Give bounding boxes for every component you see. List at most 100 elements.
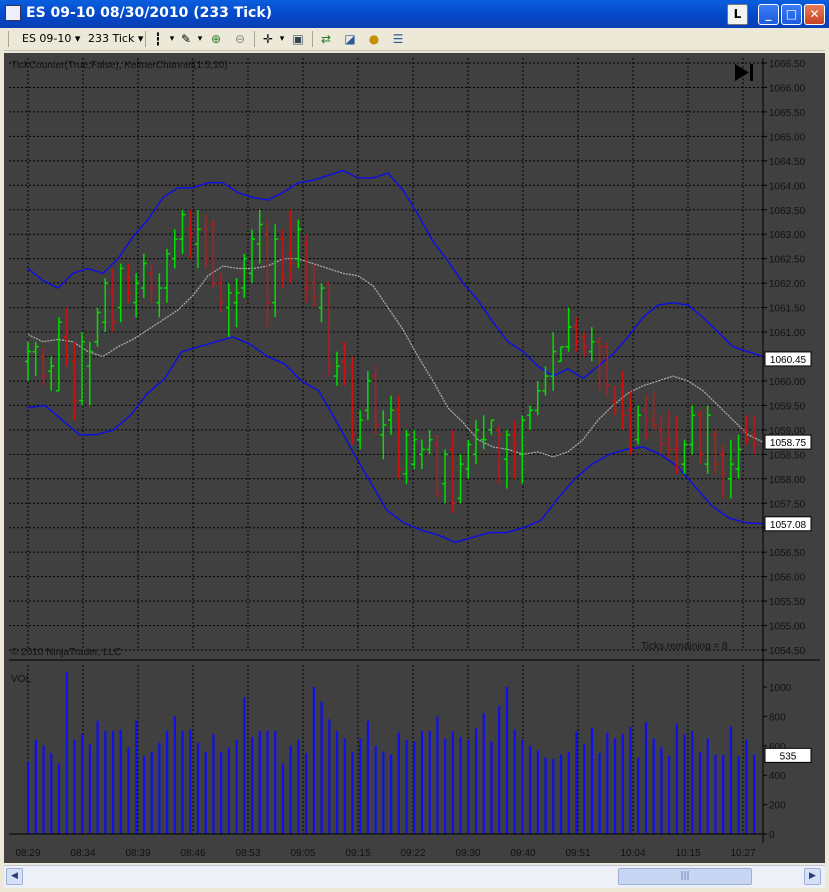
instrument-selector[interactable]: ES 09-10 ▾ xyxy=(22,31,80,47)
time-axis: 08:29 08:34 08:39 08:46 08:53 09:05 09:15 09:22… xyxy=(9,833,763,859)
properties-icon[interactable]: ▣ xyxy=(290,31,306,47)
volume-bar xyxy=(335,731,339,834)
minimize-button[interactable]: _ xyxy=(758,4,779,25)
volume-bar xyxy=(629,726,632,834)
last-price-marker-text: 1058.75 xyxy=(770,438,807,449)
volume-bar xyxy=(544,757,547,834)
chart-canvas[interactable]: 1066.50 1066.00 1065.50 1065.00 1064.50 1064.… xyxy=(4,53,825,863)
scroll-right-icon[interactable]: ▶ xyxy=(804,868,821,885)
volume-bar xyxy=(637,757,640,834)
volume-bar xyxy=(359,738,362,834)
instrument-label: ES 09-10 xyxy=(22,32,72,45)
volume-bar xyxy=(111,731,115,834)
volume-bar xyxy=(65,672,68,834)
volume-bar xyxy=(104,731,107,834)
indicator-label: TickCounter(True,False), KeltnerChannel(… xyxy=(11,60,228,71)
time-tick-label: 09:51 xyxy=(565,848,590,859)
chart-toolbar: ES 09-10 ▾ 233 Tick ▾ ┇ ▾ ✎ ▾ ⊕ ⊖ ✛ ▾ ▣ … xyxy=(4,28,825,51)
price-bar xyxy=(140,253,147,298)
volume-bar xyxy=(706,738,709,834)
time-tick-label: 08:46 xyxy=(180,848,205,859)
data-box-icon[interactable]: ☰ xyxy=(390,31,406,47)
price-bar xyxy=(272,224,279,318)
price-bar xyxy=(411,429,418,470)
volume-bar xyxy=(753,754,756,834)
volume-bar xyxy=(57,763,61,834)
price-tick-label: 1061.00 xyxy=(769,328,806,339)
scroll-to-end-icon[interactable] xyxy=(735,64,753,81)
window-title-bar[interactable]: ES 09-10 08/30/2010 (233 Tick) L _ □ ✕ xyxy=(0,0,829,28)
price-bar xyxy=(442,449,449,504)
volume-bar xyxy=(598,753,601,834)
time-tick-label: 08:53 xyxy=(235,848,260,859)
price-bar xyxy=(25,341,31,381)
indicators-icon[interactable]: ◪ xyxy=(342,31,358,47)
price-bar xyxy=(341,341,348,386)
chevron-down-icon[interactable]: ▾ xyxy=(274,31,290,47)
data-series-icon[interactable]: ⇄ xyxy=(318,31,334,47)
volume-bar xyxy=(459,736,462,834)
last-price-marker: 1058.75 xyxy=(764,434,812,450)
volume-value-marker-text: 535 xyxy=(780,751,797,762)
volume-bar xyxy=(474,728,478,834)
price-bar xyxy=(218,273,225,313)
volume-bar xyxy=(536,750,539,834)
volume-bar xyxy=(212,734,215,834)
price-bar xyxy=(635,405,642,445)
price-bar xyxy=(233,278,240,328)
volume-bar xyxy=(220,751,223,834)
price-bar xyxy=(418,439,425,470)
time-tick-label: 08:34 xyxy=(70,848,95,859)
volume-bar xyxy=(428,731,431,834)
price-bar xyxy=(503,429,510,489)
volume-bar xyxy=(235,739,238,834)
link-button[interactable]: L xyxy=(727,4,748,25)
zoom-out-icon[interactable]: ⊖ xyxy=(232,31,248,47)
zoom-in-icon[interactable]: ⊕ xyxy=(208,31,224,47)
volume-bar xyxy=(135,720,138,834)
price-bar xyxy=(395,395,402,479)
price-bar xyxy=(279,229,286,289)
close-button[interactable]: ✕ xyxy=(804,4,825,25)
price-bar xyxy=(326,282,333,377)
chevron-down-icon: ▾ xyxy=(137,32,144,45)
price-tick-label: 1062.00 xyxy=(769,279,806,290)
price-tick-label: 1066.50 xyxy=(769,59,806,70)
ticks-remaining-label: Ticks remaining = 8 xyxy=(641,641,728,652)
price-bar xyxy=(164,248,171,303)
volume-bar xyxy=(127,747,130,834)
price-bar xyxy=(264,219,271,328)
price-bar xyxy=(434,434,441,499)
price-bar xyxy=(557,345,564,363)
price-bar xyxy=(472,420,479,465)
volume-bar xyxy=(181,731,184,834)
volume-bar xyxy=(119,729,122,834)
price-bar xyxy=(187,209,194,259)
scroll-left-icon[interactable]: ◀ xyxy=(6,868,23,885)
volume-bar xyxy=(567,751,570,834)
volume-bar xyxy=(274,731,277,834)
price-tick-label: 1056.00 xyxy=(769,573,806,584)
price-bar xyxy=(534,380,541,416)
price-bar xyxy=(349,356,356,445)
price-bar xyxy=(388,395,394,435)
app-chart-icon xyxy=(5,5,21,21)
chevron-down-icon[interactable]: ▾ xyxy=(192,31,208,47)
chart-area[interactable]: 1066.50 1066.00 1065.50 1065.00 1064.50 1064.… xyxy=(4,53,825,863)
scrollbar-thumb[interactable]: ||| xyxy=(618,868,752,885)
period-selector[interactable]: 233 Tick ▾ xyxy=(88,31,143,47)
keltner-lower-marker-text: 1057.08 xyxy=(770,520,807,531)
strategies-icon[interactable]: ● xyxy=(366,31,382,47)
price-bar xyxy=(619,371,626,430)
price-bar xyxy=(403,429,410,484)
price-bar xyxy=(179,209,186,254)
maximize-button[interactable]: □ xyxy=(781,4,802,25)
price-bar xyxy=(318,283,325,323)
price-bar xyxy=(303,234,310,303)
volume-bar xyxy=(714,754,717,834)
chevron-down-icon: ▾ xyxy=(74,32,81,45)
volume-bar xyxy=(189,729,192,834)
price-tick-label: 1063.00 xyxy=(769,230,806,241)
horizontal-scrollbar[interactable]: ◀ ||| ▶ xyxy=(4,865,825,888)
time-tick-label: 09:40 xyxy=(510,848,535,859)
